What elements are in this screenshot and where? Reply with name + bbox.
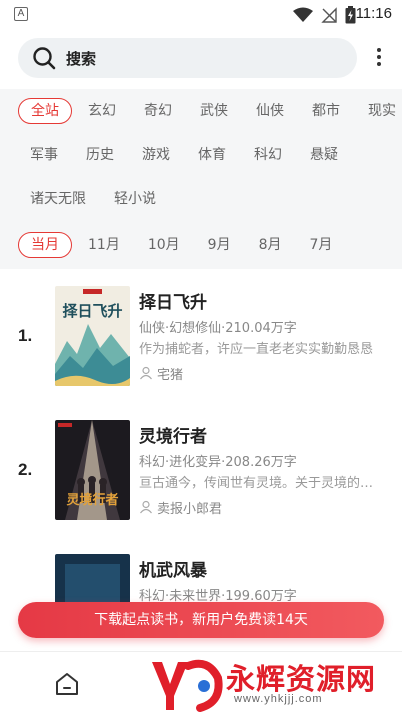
book-description: 亘古通今，传闻世有灵境。关于灵境的传说 [139, 476, 385, 491]
category-chip-xuanyi[interactable]: 悬疑 [298, 142, 350, 168]
book-title: 灵境行者 [139, 427, 207, 447]
category-chip-tiyu[interactable]: 体育 [186, 142, 238, 168]
status-icons [293, 6, 356, 24]
book-cover-art: 灵境行者 [55, 420, 130, 520]
author-name: 宅猪 [157, 367, 184, 383]
category-chip-xuanhuan[interactable]: 玄幻 [76, 98, 128, 124]
book-cover-art: 择日飞升 [55, 286, 130, 386]
category-chip-lishi[interactable]: 历史 [74, 142, 126, 168]
search-bar[interactable]: 搜索 [18, 38, 357, 78]
category-chip-qingxiaoshuo[interactable]: 轻小说 [102, 186, 168, 212]
category-row-2: 军事 历史 游戏 体育 科幻 悬疑 [18, 140, 354, 170]
battery-charging-icon [345, 6, 356, 24]
book-meta: 仙侠·幻想修仙·210.04万字 [139, 321, 297, 336]
book-rank: 1. [18, 326, 33, 345]
category-chip-qihuan[interactable]: 奇幻 [132, 98, 184, 124]
book-title: 机武风暴 [139, 561, 207, 581]
search-label: 搜索 [66, 49, 97, 68]
wifi-icon [293, 7, 313, 22]
watermark-text: 永辉资源网 [226, 662, 377, 696]
author-name: 卖报小郎君 [157, 501, 223, 517]
book-author: 宅猪 [139, 364, 184, 383]
month-chip-8[interactable]: 8月 [247, 232, 294, 258]
category-chip-junshi[interactable]: 军事 [18, 142, 70, 168]
more-options-button[interactable] [374, 46, 384, 70]
book-cover-art [55, 554, 130, 602]
watermark-url: www.yhkjjj.com [234, 693, 323, 705]
category-chip-youxi[interactable]: 游戏 [130, 142, 182, 168]
book-list-item[interactable]: 2. 灵境行者 灵境行者 科幻·进化变异·208.26万字 亘古通今，传闻世有灵… [0, 420, 402, 540]
month-chip-11[interactable]: 11月 [76, 232, 132, 258]
book-cover: 择日飞升 [55, 286, 130, 386]
book-author: 卖报小郎君 [139, 498, 223, 517]
month-chip-10[interactable]: 10月 [136, 232, 192, 258]
search-icon [33, 47, 56, 70]
category-chip-xianxia[interactable]: 仙侠 [244, 98, 296, 124]
book-list-item[interactable]: 机武风暴 科幻·未来世界·199.60万字 [0, 554, 402, 602]
dot-icon [377, 55, 381, 59]
user-icon [140, 366, 152, 380]
book-rank: 2. [18, 460, 33, 479]
month-chip-current[interactable]: 当月 [18, 232, 72, 258]
status-bar: A 11:16 [0, 0, 402, 30]
book-list-item[interactable]: 1. 择日飞升 择日飞升 仙侠·幻想修仙·210.04万字 作为捕蛇者，许应一直… [0, 286, 402, 406]
category-chip-xianshi[interactable]: 现实 [356, 98, 402, 124]
category-row-1: 全站 玄幻 奇幻 武侠 仙侠 都市 现实 [18, 96, 402, 126]
cover-title: 灵境行者 [66, 492, 118, 508]
book-description: 作为捕蛇者，许应一直老老实实勤勤恳恳 [139, 342, 374, 357]
book-meta: 科幻·进化变异·208.26万字 [139, 455, 297, 470]
app-screen: A 11:16 搜索 全站 玄幻 奇幻 武侠 仙侠 都市 现实 军事 历史 游戏… [0, 0, 402, 714]
category-chip-kehuan[interactable]: 科幻 [242, 142, 294, 168]
book-cover: 灵境行者 [55, 420, 130, 520]
download-app-banner[interactable]: 下载起点读书，新用户免费读14天 [18, 602, 384, 638]
dot-icon [377, 48, 381, 52]
user-icon [140, 500, 152, 514]
filter-panel: 全站 玄幻 奇幻 武侠 仙侠 都市 现实 军事 历史 游戏 体育 科幻 悬疑 诸… [0, 89, 402, 269]
dot-icon [377, 62, 381, 66]
month-chip-7[interactable]: 7月 [298, 232, 345, 258]
month-row: 当月 11月 10月 9月 8月 7月 [18, 230, 348, 260]
home-icon[interactable] [54, 671, 80, 697]
book-title: 择日飞升 [139, 293, 207, 313]
book-meta: 科幻·未来世界·199.60万字 [139, 589, 297, 602]
cover-title: 择日飞升 [62, 302, 122, 320]
notification-icon: A [14, 7, 28, 21]
category-chip-zhutian[interactable]: 诸天无限 [18, 186, 98, 212]
month-chip-9[interactable]: 9月 [196, 232, 243, 258]
no-signal-icon [321, 7, 337, 23]
category-chip-wuxia[interactable]: 武侠 [188, 98, 240, 124]
status-time: 11:16 [355, 5, 392, 22]
category-row-3: 诸天无限 轻小说 [18, 184, 172, 214]
book-cover [55, 554, 130, 602]
category-chip-dushi[interactable]: 都市 [300, 98, 352, 124]
category-chip-all[interactable]: 全站 [18, 98, 72, 124]
